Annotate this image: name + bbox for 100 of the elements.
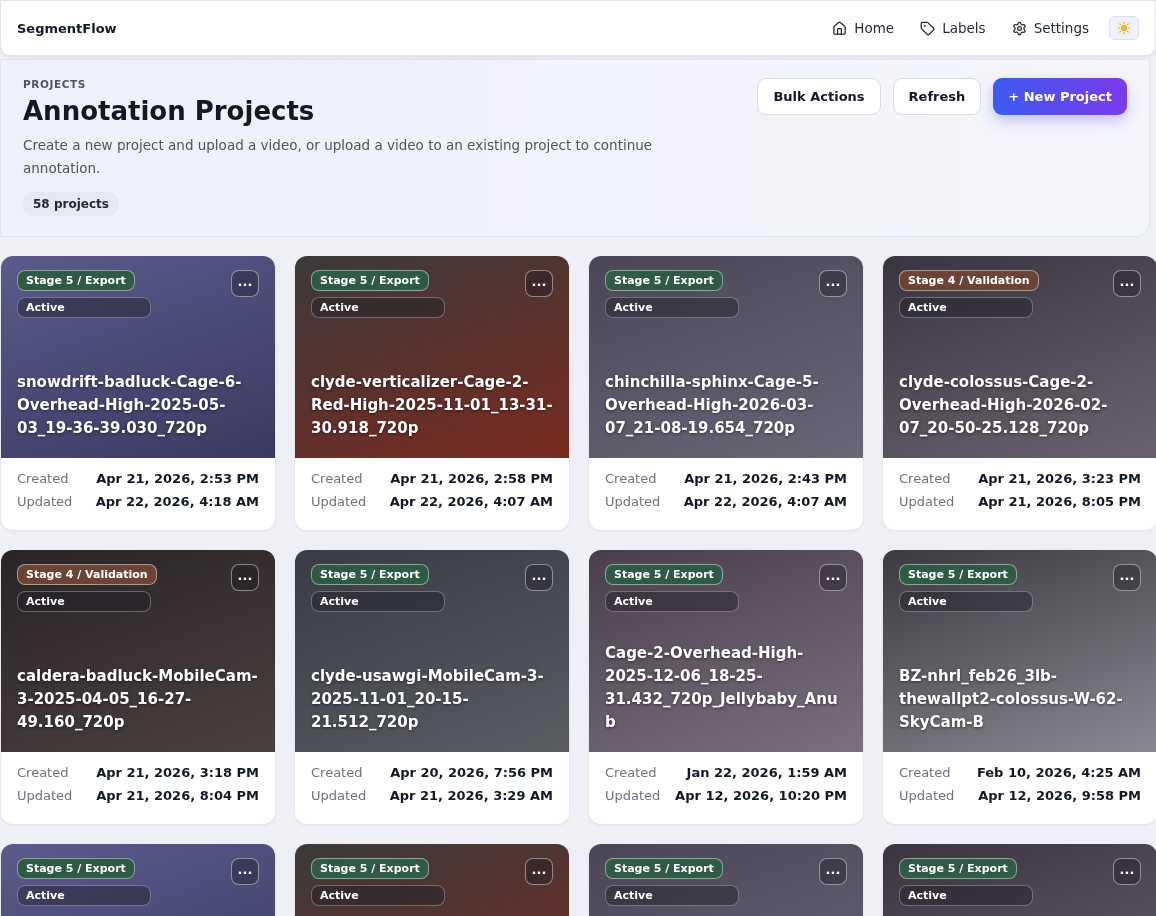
stage-badge: Stage 5 / Export [17,270,135,291]
more-options-button[interactable]: ... [525,858,553,885]
more-options-button[interactable]: ... [1113,270,1141,297]
status-badge: Active [605,591,739,612]
project-card[interactable]: Stage 5 / Export Active ... chinchilla-sphinx-Cage-5-Overhead-High-2026-03-07_21-08-19.654_720p Created Apr 21, 2026, 2:43 PM Updated Apr 22, 2026, 4:07 AM [589,256,863,530]
updated-date: Apr 21, 2026, 3:29 AM [388,788,553,803]
created-date: Feb 10, 2026, 4:25 AM [975,765,1141,780]
updated-date: Apr 22, 2026, 4:18 AM [94,494,259,509]
more-options-button[interactable]: ... [231,858,259,885]
created-date: Apr 21, 2026, 2:53 PM [95,471,259,486]
updated-date: Apr 12, 2026, 10:20 PM [674,788,847,803]
stage-badge: Stage 5 / Export [899,564,1017,585]
meta-label: Updated [605,494,661,509]
created-date: Apr 21, 2026, 2:58 PM [389,471,553,486]
action-button[interactable]: Bulk Actions [757,78,881,115]
stage-badge: Stage 4 / Validation [899,270,1039,291]
meta-label: Updated [899,788,955,803]
status-badge: Active [899,297,1033,318]
more-options-button[interactable]: ... [819,270,847,297]
new-project-button[interactable]: + New Project [993,78,1127,115]
meta-label: Created [17,765,70,780]
action-button[interactable]: Refresh [892,78,982,115]
stage-badge: Stage 5 / Export [605,858,723,879]
meta-label: Created [311,471,364,486]
stage-badge: Stage 5 / Export [311,564,429,585]
meta-label: Updated [17,494,73,509]
stage-badge: Stage 5 / Export [311,270,429,291]
meta-label: Created [17,471,70,486]
project-card[interactable]: Stage 5 / Export Active ... [295,844,569,916]
status-badge: Active [311,885,445,906]
stage-badge: Stage 5 / Export [605,270,723,291]
created-date: Apr 20, 2026, 7:56 PM [389,765,553,780]
more-options-button[interactable]: ... [819,858,847,885]
sun-icon [1117,21,1131,35]
meta-label: Created [311,765,364,780]
project-count: 58 projects [23,192,119,216]
more-options-button[interactable]: ... [525,270,553,297]
section-eyebrow: PROJECTS [23,78,87,90]
more-options-button[interactable]: ... [231,270,259,297]
nav-link[interactable]: Settings [1011,20,1089,36]
status-badge: Active [605,297,739,318]
more-options-button[interactable]: ... [819,564,847,591]
project-title: clyde-verticalizer-Cage-2-Red-High-2025-11-01_13-31-30.918_720p [311,372,553,439]
updated-date: Apr 22, 2026, 4:07 AM [682,494,847,509]
project-card[interactable]: Stage 5 / Export Active ... [883,844,1156,916]
project-card[interactable]: Stage 5 / Export Active ... [1,844,275,916]
updated-date: Apr 21, 2026, 8:04 PM [95,788,259,803]
project-title: clyde-colossus-Cage-2-Overhead-High-2026-02-07_20-50-25.128_720p [899,372,1109,439]
project-title: Cage-2-Overhead-High-2025-12-06_18-25-31.432_720p_Jellybaby_Anub [605,643,839,733]
theme-toggle-button[interactable] [1109,16,1139,40]
project-card[interactable]: Stage 4 / Validation Active ... caldera-badluck-MobileCam-3-2025-04-05_16-27-49.160_720p Created Apr 21, 2026, 3:18 PM Updated Apr 21, 2026, 8:04 PM [1,550,275,824]
more-options-button[interactable]: ... [525,564,553,591]
more-options-button[interactable]: ... [1113,564,1141,591]
stage-badge: Stage 5 / Export [17,858,135,879]
updated-date: Apr 21, 2026, 8:05 PM [977,494,1141,509]
settings-icon [1011,20,1027,36]
project-card[interactable]: Stage 5 / Export Active ... clyde-usawgi-MobileCam-3-2025-11-01_20-15-21.512_720p Created Apr 20, 2026, 7:56 PM Updated Apr 21, 2026, 3:29 AM [295,550,569,824]
stage-badge: Stage 5 / Export [899,858,1017,879]
project-title: snowdrift-badluck-Cage-6-Overhead-High-2025-05-03_19-36-39.030_720p [17,372,243,439]
stage-badge: Stage 5 / Export [311,858,429,879]
project-card[interactable]: Stage 5 / Export Active ... [589,844,863,916]
status-badge: Active [17,297,151,318]
app-brand: SegmentFlow [17,20,118,36]
project-card[interactable]: Stage 4 / Validation Active ... clyde-colossus-Cage-2-Overhead-High-2026-02-07_20-50-25.128_720p Created Apr 21, 2026, 3:23 PM Updated Apr 21, 2026, 8:05 PM [883,256,1156,530]
status-badge: Active [899,591,1033,612]
tag-icon [920,20,936,36]
project-card[interactable]: Stage 5 / Export Active ... clyde-verticalizer-Cage-2-Red-High-2025-11-01_13-31-30.918_720p Created Apr 21, 2026, 2:58 PM Updated Apr 22, 2026, 4:07 AM [295,256,569,530]
meta-label: Created [899,471,952,486]
created-date: Apr 21, 2026, 3:23 PM [977,471,1141,486]
page-title: Annotation Projects [23,96,315,126]
status-badge: Active [17,591,151,612]
status-badge: Active [17,885,151,906]
meta-label: Updated [311,788,367,803]
more-options-button[interactable]: ... [231,564,259,591]
status-badge: Active [311,591,445,612]
updated-date: Apr 22, 2026, 4:07 AM [388,494,553,509]
updated-date: Apr 12, 2026, 9:58 PM [977,788,1141,803]
page-description: Create a new project and upload a video, or upload a video to an existing project to continue annotation. [23,136,654,178]
status-badge: Active [899,885,1033,906]
meta-label: Updated [605,788,661,803]
created-date: Apr 21, 2026, 3:18 PM [95,765,259,780]
more-options-button[interactable]: ... [1113,858,1141,885]
project-card[interactable]: Stage 5 / Export Active ... BZ-nhrl_feb26_3lb-thewallpt2-colossus-W-62-SkyCam-B Created Feb 10, 2026, 4:25 AM Updated Apr 12, 2026, 9:58 PM [883,550,1156,824]
project-title: BZ-nhrl_feb26_3lb-thewallpt2-colossus-W-62-SkyCam-B [899,666,1124,733]
stage-badge: Stage 5 / Export [605,564,723,585]
project-card[interactable]: Stage 5 / Export Active ... snowdrift-badluck-Cage-6-Overhead-High-2025-05-03_19-36-39.030_720p Created Apr 21, 2026, 2:53 PM Updated Apr 22, 2026, 4:18 AM [1,256,275,530]
meta-label: Updated [17,788,73,803]
meta-label: Updated [311,494,367,509]
nav-link[interactable]: Labels [920,20,986,36]
project-card[interactable]: Stage 5 / Export Active ... Cage-2-Overhead-High-2025-12-06_18-25-31.432_720p_Jellybaby_Anub Created Jan 22, 2026, 1:59 AM Updated Apr 12, 2026, 10:20 PM [589,550,863,824]
home-icon [832,20,848,36]
project-title: clyde-usawgi-MobileCam-3-2025-11-01_20-15-21.512_720p [311,666,545,733]
created-date: Jan 22, 2026, 1:59 AM [684,765,847,780]
project-title: chinchilla-sphinx-Cage-5-Overhead-High-2026-03-07_21-08-19.654_720p [605,372,820,439]
created-date: Apr 21, 2026, 2:43 PM [683,471,847,486]
meta-label: Created [605,471,658,486]
stage-badge: Stage 4 / Validation [17,564,157,585]
status-badge: Active [311,297,445,318]
nav-link[interactable]: Home [832,20,895,36]
status-badge: Active [605,885,739,906]
